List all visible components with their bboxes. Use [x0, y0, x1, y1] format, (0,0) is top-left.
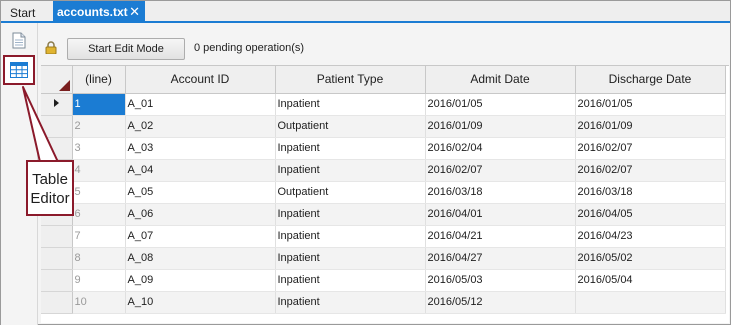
tab-start[interactable]: Start	[1, 1, 53, 23]
patient-type-cell[interactable]: Inpatient	[275, 291, 426, 314]
toolbar: Start Edit Mode 0 pending operation(s)	[39, 23, 729, 65]
start-edit-mode-button[interactable]: Start Edit Mode	[67, 38, 185, 60]
admit-date-cell[interactable]: 2016/04/01	[425, 203, 576, 226]
discharge-date-cell[interactable]: 2016/02/07	[575, 137, 726, 160]
patient-type-cell[interactable]: Inpatient	[275, 203, 426, 226]
discharge-date-cell[interactable]: 2016/05/04	[575, 269, 726, 292]
data-grid: (line) Account ID Patient Type Admit Dat…	[41, 65, 729, 323]
row-header[interactable]	[41, 93, 73, 116]
row-header[interactable]	[41, 115, 73, 138]
patient-type-cell[interactable]: Inpatient	[275, 137, 426, 160]
patient-type-cell[interactable]: Inpatient	[275, 93, 426, 116]
account-id-cell[interactable]: A_06	[125, 203, 276, 226]
discharge-date-cell[interactable]	[575, 291, 726, 314]
admit-date-cell[interactable]: 2016/05/12	[425, 291, 576, 314]
admit-date-cell[interactable]: 2016/02/04	[425, 137, 576, 160]
select-all-icon	[58, 79, 70, 91]
table-row[interactable]: 1 A_01 Inpatient 2016/01/05 2016/01/05	[41, 93, 726, 116]
account-id-cell[interactable]: A_08	[125, 247, 276, 270]
account-id-cell[interactable]: A_07	[125, 225, 276, 248]
patient-type-cell[interactable]: Inpatient	[275, 247, 426, 270]
column-header-line[interactable]: (line)	[72, 66, 126, 94]
table-row[interactable]: 2 A_02 Outpatient 2016/01/09 2016/01/09	[41, 115, 726, 138]
patient-type-cell[interactable]: Inpatient	[275, 159, 426, 182]
table-editor-icon	[10, 62, 28, 78]
line-cell[interactable]: 2	[72, 115, 126, 138]
table-row[interactable]: 8 A_08 Inpatient 2016/04/27 2016/05/02	[41, 247, 726, 270]
patient-type-cell[interactable]: Outpatient	[275, 115, 426, 138]
account-id-cell[interactable]: A_05	[125, 181, 276, 204]
admit-date-cell[interactable]: 2016/01/05	[425, 93, 576, 116]
row-header[interactable]	[41, 225, 73, 248]
table-row[interactable]: 5 A_05 Outpatient 2016/03/18 2016/03/18	[41, 181, 726, 204]
admit-date-cell[interactable]: 2016/01/09	[425, 115, 576, 138]
callout-line-2: Editor	[30, 190, 70, 207]
table-row[interactable]: 10 A_10 Inpatient 2016/05/12	[41, 291, 726, 314]
account-id-cell[interactable]: A_03	[125, 137, 276, 160]
tab-accounts-txt[interactable]: accounts.txt ✕	[53, 1, 145, 23]
callout-line-1: Table	[32, 171, 68, 188]
document-icon[interactable]	[12, 32, 26, 49]
line-cell[interactable]: 5	[72, 181, 126, 204]
table-row[interactable]: 9 A_09 Inpatient 2016/05/03 2016/05/04	[41, 269, 726, 292]
tab-strip: Start accounts.txt ✕	[1, 1, 730, 23]
admit-date-cell[interactable]: 2016/04/27	[425, 247, 576, 270]
discharge-date-cell[interactable]: 2016/05/02	[575, 247, 726, 270]
line-cell[interactable]: 3	[72, 137, 126, 160]
select-all-corner[interactable]	[41, 66, 73, 94]
line-cell[interactable]: 9	[72, 269, 126, 292]
current-row-pointer-icon	[53, 99, 59, 107]
patient-type-cell[interactable]: Inpatient	[275, 225, 426, 248]
table-editor-callout: Table Editor	[26, 160, 74, 216]
accounts-table: (line) Account ID Patient Type Admit Dat…	[41, 66, 726, 314]
app-window: Start accounts.txt ✕ Start Edit Mode 0 p…	[0, 0, 731, 325]
pending-operations-status: 0 pending operation(s)	[194, 42, 305, 54]
table-row[interactable]: 6 A_06 Inpatient 2016/04/01 2016/04/05	[41, 203, 726, 226]
column-header-account-id[interactable]: Account ID	[125, 66, 276, 94]
admit-date-cell[interactable]: 2016/05/03	[425, 269, 576, 292]
line-cell[interactable]: 4	[72, 159, 126, 182]
row-header[interactable]	[41, 247, 73, 270]
row-header[interactable]	[41, 269, 73, 292]
close-icon[interactable]: ✕	[129, 4, 140, 20]
admit-date-cell[interactable]: 2016/04/21	[425, 225, 576, 248]
discharge-date-cell[interactable]: 2016/03/18	[575, 181, 726, 204]
discharge-date-cell[interactable]: 2016/02/07	[575, 159, 726, 182]
table-row[interactable]: 4 A_04 Inpatient 2016/02/07 2016/02/07	[41, 159, 726, 182]
column-header-discharge-date[interactable]: Discharge Date	[575, 66, 726, 94]
line-cell[interactable]: 1	[72, 93, 126, 116]
account-id-cell[interactable]: A_01	[125, 93, 276, 116]
discharge-date-cell[interactable]: 2016/04/23	[575, 225, 726, 248]
admit-date-cell[interactable]: 2016/03/18	[425, 181, 576, 204]
admit-date-cell[interactable]: 2016/02/07	[425, 159, 576, 182]
lock-icon	[45, 41, 57, 54]
account-id-cell[interactable]: A_09	[125, 269, 276, 292]
table-row[interactable]: 3 A_03 Inpatient 2016/02/04 2016/02/07	[41, 137, 726, 160]
row-header[interactable]	[41, 291, 73, 314]
discharge-date-cell[interactable]: 2016/04/05	[575, 203, 726, 226]
account-id-cell[interactable]: A_10	[125, 291, 276, 314]
column-header-admit-date[interactable]: Admit Date	[425, 66, 576, 94]
line-cell[interactable]: 7	[72, 225, 126, 248]
column-header-patient-type[interactable]: Patient Type	[275, 66, 426, 94]
account-id-cell[interactable]: A_02	[125, 115, 276, 138]
tab-label: accounts.txt	[57, 5, 128, 19]
table-row[interactable]: 7 A_07 Inpatient 2016/04/21 2016/04/23	[41, 225, 726, 248]
table-editor-button[interactable]	[3, 55, 35, 85]
header-row: (line) Account ID Patient Type Admit Dat…	[41, 66, 726, 94]
account-id-cell[interactable]: A_04	[125, 159, 276, 182]
discharge-date-cell[interactable]: 2016/01/09	[575, 115, 726, 138]
line-cell[interactable]: 8	[72, 247, 126, 270]
line-cell[interactable]: 10	[72, 291, 126, 314]
patient-type-cell[interactable]: Inpatient	[275, 269, 426, 292]
patient-type-cell[interactable]: Outpatient	[275, 181, 426, 204]
row-header[interactable]	[41, 137, 73, 160]
line-cell[interactable]: 6	[72, 203, 126, 226]
discharge-date-cell[interactable]: 2016/01/05	[575, 93, 726, 116]
